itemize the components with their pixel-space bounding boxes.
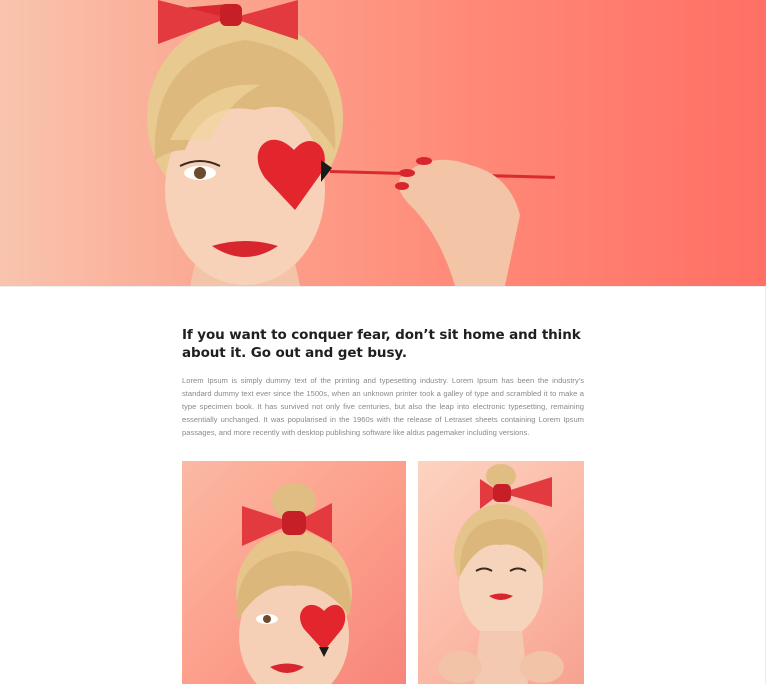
hero-illustration [147, 0, 555, 286]
hero-image [0, 0, 766, 286]
article-headline: If you want to conquer fear, don’t sit h… [182, 327, 581, 361]
gallery-illustration-1 [236, 483, 352, 684]
gallery-image-bow [418, 461, 584, 684]
article: If you want to conquer fear, don’t sit h… [182, 326, 584, 439]
article-body: Lorem Ipsum is simply dummy text of the … [182, 376, 584, 437]
gallery-illustration-2 [438, 464, 564, 684]
hero-divider [0, 286, 766, 287]
gallery-image-heart [182, 461, 406, 684]
